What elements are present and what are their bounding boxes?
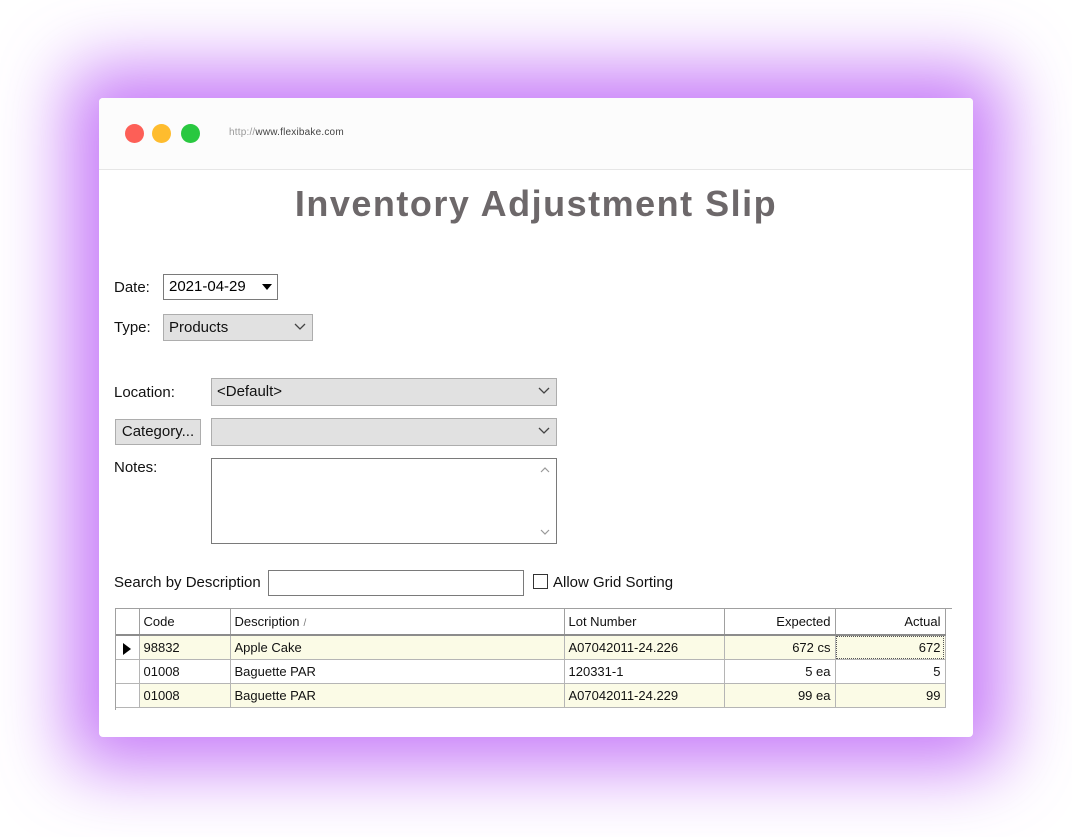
cell-code[interactable]: 98832 (139, 635, 231, 660)
cell-expected[interactable]: 99 ea (724, 683, 836, 708)
date-value: 2021-04-29 (169, 278, 246, 295)
notes-label: Notes: (114, 459, 158, 476)
minimize-window-button[interactable] (152, 124, 171, 143)
row-indicator[interactable] (116, 683, 140, 708)
current-row-arrow-icon (123, 642, 132, 655)
location-select[interactable]: <Default> (211, 378, 557, 406)
date-label: Date: (114, 279, 150, 296)
sort-indicator-icon: / (303, 618, 307, 629)
cell-lot-number[interactable]: A07042011-24.226 (564, 635, 725, 660)
type-select[interactable]: Products (163, 314, 313, 341)
notes-textarea[interactable] (211, 458, 557, 544)
column-header-description[interactable]: Description / (230, 609, 565, 636)
chevron-down-icon (538, 427, 550, 434)
grid-header-row: Code Description / Lot Number Expected Ac… (116, 609, 946, 636)
column-header-actual[interactable]: Actual (835, 609, 946, 636)
cell-lot-number[interactable]: A07042011-24.229 (564, 683, 725, 708)
cell-actual[interactable]: 5 (835, 659, 946, 684)
row-indicator-header (116, 609, 140, 636)
cell-expected[interactable]: 5 ea (724, 659, 836, 684)
search-label: Search by Description (114, 574, 261, 591)
cell-description[interactable]: Baguette PAR (230, 683, 565, 708)
search-input[interactable] (268, 570, 524, 596)
inventory-grid: Code Description / Lot Number Expected Ac… (115, 608, 952, 710)
cell-lot-number[interactable]: 120331-1 (564, 659, 725, 684)
category-button[interactable]: Category... (115, 419, 201, 445)
url-protocol: http:// (229, 127, 256, 138)
column-header-expected[interactable]: Expected (724, 609, 836, 636)
address-bar[interactable]: http://www.flexibake.com (229, 127, 344, 138)
cell-actual[interactable]: 99 (835, 683, 946, 708)
cell-code[interactable]: 01008 (139, 683, 231, 708)
allow-grid-sorting-label: Allow Grid Sorting (553, 574, 674, 591)
table-row[interactable]: 98832 Apple Cake A07042011-24.226 672 cs… (116, 635, 946, 660)
cell-description[interactable]: Baguette PAR (230, 659, 565, 684)
date-picker[interactable]: 2021-04-29 (163, 274, 278, 300)
allow-grid-sorting-checkbox[interactable] (533, 574, 548, 589)
browser-titlebar: http://www.flexibake.com (99, 98, 973, 170)
chevron-down-icon (294, 323, 306, 330)
maximize-window-button[interactable] (181, 124, 200, 143)
scroll-down-arrow-icon[interactable] (540, 529, 550, 535)
cell-code[interactable]: 01008 (139, 659, 231, 684)
type-label: Type: (114, 319, 151, 336)
cell-description[interactable]: Apple Cake (230, 635, 565, 660)
dropdown-arrow-icon[interactable] (260, 280, 274, 294)
browser-window: http://www.flexibake.com Inventory Adjus… (99, 98, 973, 737)
type-value: Products (169, 319, 229, 336)
cell-actual[interactable]: 672 (835, 635, 946, 660)
table-row[interactable]: 01008 Baguette PAR A07042011-24.229 99 e… (116, 683, 946, 708)
row-indicator[interactable] (116, 635, 140, 660)
column-header-code[interactable]: Code (139, 609, 231, 636)
page-title: Inventory Adjustment Slip (294, 183, 778, 224)
row-indicator[interactable] (116, 659, 140, 684)
url-host: www.flexibake.com (255, 127, 344, 138)
column-header-description-label: Description (234, 614, 300, 629)
location-value: <Default> (217, 383, 283, 400)
scroll-up-arrow-icon[interactable] (540, 467, 550, 473)
close-window-button[interactable] (125, 124, 144, 143)
cell-expected[interactable]: 672 cs (724, 635, 836, 660)
table-row[interactable]: 01008 Baguette PAR 120331-1 5 ea 5 (116, 659, 946, 684)
location-label: Location: (114, 384, 175, 401)
chevron-down-icon (538, 387, 550, 394)
category-select[interactable] (211, 418, 557, 446)
column-header-lot-number[interactable]: Lot Number (564, 609, 725, 636)
